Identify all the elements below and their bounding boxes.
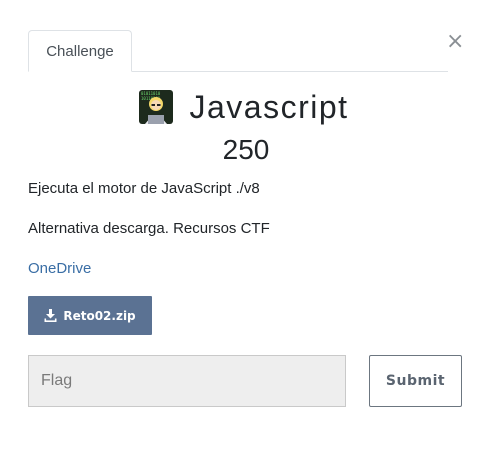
challenge-description-line-2: Alternativa descarga. Recursos CTF [28, 220, 270, 237]
onedrive-link[interactable]: OneDrive [28, 260, 91, 277]
title-row: 01011010 10110101 Javascript [0, 86, 492, 128]
download-icon [44, 309, 57, 322]
close-button[interactable]: × [446, 31, 464, 53]
challenge-value: 250 [222, 134, 270, 165]
hacker-avatar-icon: 01011010 10110101 [139, 90, 174, 124]
submit-button[interactable]: Submit [369, 355, 462, 407]
flag-input[interactable] [28, 355, 346, 407]
challenge-title: Javascript [189, 88, 349, 125]
file-download-button[interactable]: Reto02.zip [28, 296, 152, 335]
challenge-description-line-1: Ejecuta el motor de JavaScript ./v8 [28, 180, 260, 197]
tab-bar: Challenge [28, 30, 448, 72]
file-name: Reto02.zip [63, 308, 136, 323]
tab-challenge[interactable]: Challenge [28, 30, 132, 72]
challenge-modal: Challenge × 01011010 10110101 Javascript… [0, 0, 492, 453]
